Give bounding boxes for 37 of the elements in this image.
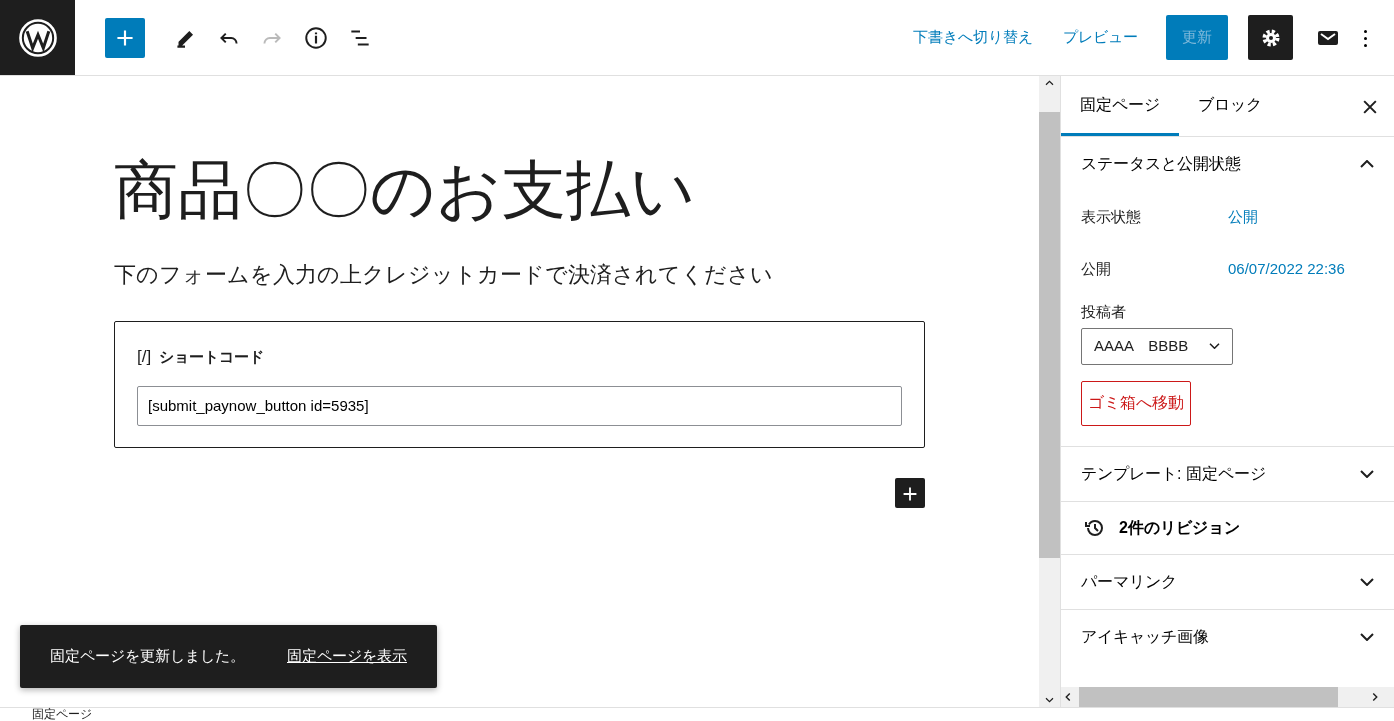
field-label: 投稿者 — [1081, 302, 1126, 322]
chevron-up-icon — [1360, 160, 1374, 168]
field-label: 公開 — [1081, 258, 1112, 279]
shortcode-field[interactable]: [submit_paynow_button id=5935] — [137, 385, 902, 427]
panel-toggle[interactable]: パーマリンク — [1061, 554, 1394, 609]
chevron-down-icon — [1360, 469, 1374, 478]
chevron-down-icon — [1360, 632, 1374, 641]
panel-toggle[interactable]: ステータスと公開状態 — [1061, 137, 1394, 191]
breadcrumb[interactable]: 固定ページ — [32, 707, 92, 721]
horizontal-scrollbar[interactable] — [1061, 687, 1394, 707]
field-value-link[interactable]: 06/07/2022 22:36 — [1228, 257, 1345, 281]
panel-toggle[interactable]: テンプレート: 固定ページ — [1061, 446, 1394, 501]
panel-toggle[interactable]: アイキャッチ画像 — [1061, 609, 1394, 664]
info-icon — [303, 24, 329, 51]
view-page-link[interactable]: 固定ページを表示 — [287, 645, 407, 668]
chevron-down-icon — [1209, 343, 1220, 349]
revisions-button[interactable]: 2件のリビジョン — [1061, 501, 1394, 554]
sidebar-tab[interactable]: ブロック — [1179, 76, 1281, 136]
add-button[interactable] — [105, 17, 145, 58]
wordpress-logo — [17, 17, 58, 58]
author-select[interactable]: AAAA BBBB — [1081, 327, 1233, 365]
settings-button[interactable] — [1248, 15, 1293, 60]
field-value-link[interactable]: 公開 — [1228, 205, 1258, 229]
more-vertical-icon — [1363, 29, 1367, 47]
snackbar-message: 固定ページを更新しました。 — [50, 646, 245, 666]
vertical-scrollbar[interactable] — [1039, 76, 1060, 707]
page-title[interactable]: 商品〇〇のお支払い — [114, 156, 925, 227]
field-label: 表示状態 — [1081, 206, 1142, 227]
paragraph-text[interactable]: 下のフォームを入力の上クレジットカードで決済されてください — [114, 258, 925, 292]
chevron-down-icon — [1360, 577, 1374, 586]
switch-to-draft-link[interactable]: 下書きへ切り替え — [907, 25, 1039, 50]
trash-button[interactable]: ゴミ箱へ移動 — [1081, 380, 1191, 426]
block-label: ショートコード — [158, 346, 264, 367]
sidebar-tab[interactable]: 固定ページ — [1061, 76, 1179, 136]
block-icon-text: [/] — [137, 346, 152, 369]
add-block-button[interactable] — [895, 478, 925, 509]
preview-link[interactable]: プレビュー — [1057, 25, 1144, 50]
